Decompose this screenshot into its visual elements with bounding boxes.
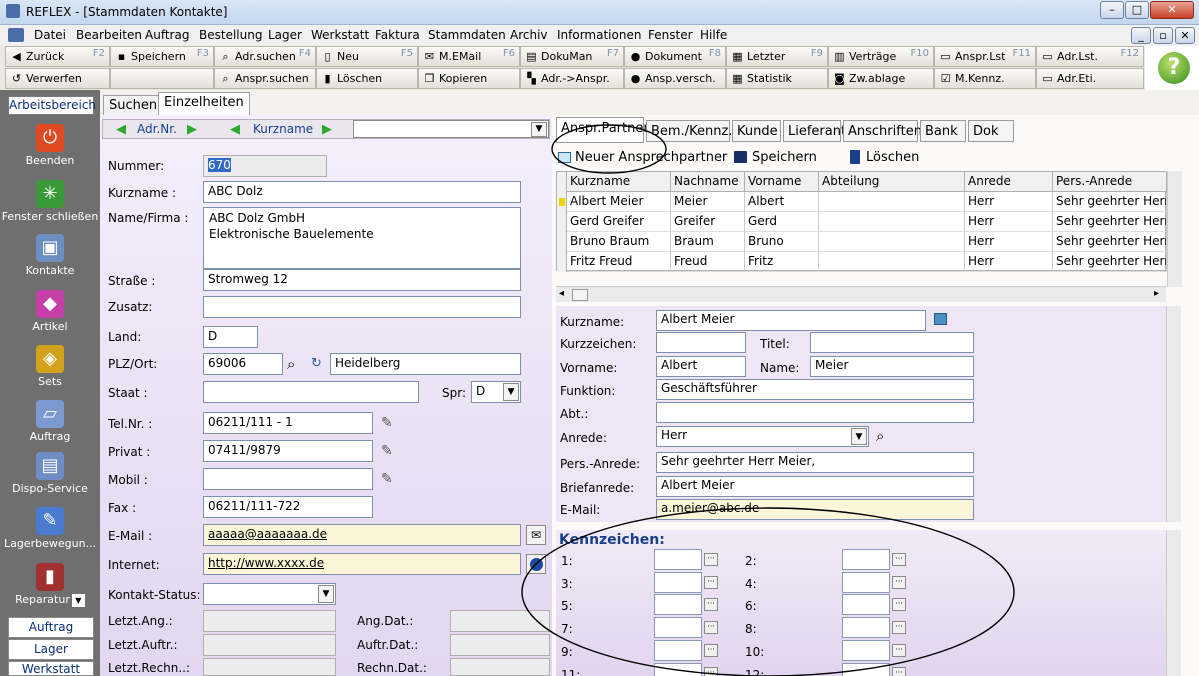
annotation-ellipse-tab [551, 124, 667, 174]
annotation-overlay [521, 124, 1015, 676]
annotation-ellipse-kennzeichen [521, 507, 1015, 676]
